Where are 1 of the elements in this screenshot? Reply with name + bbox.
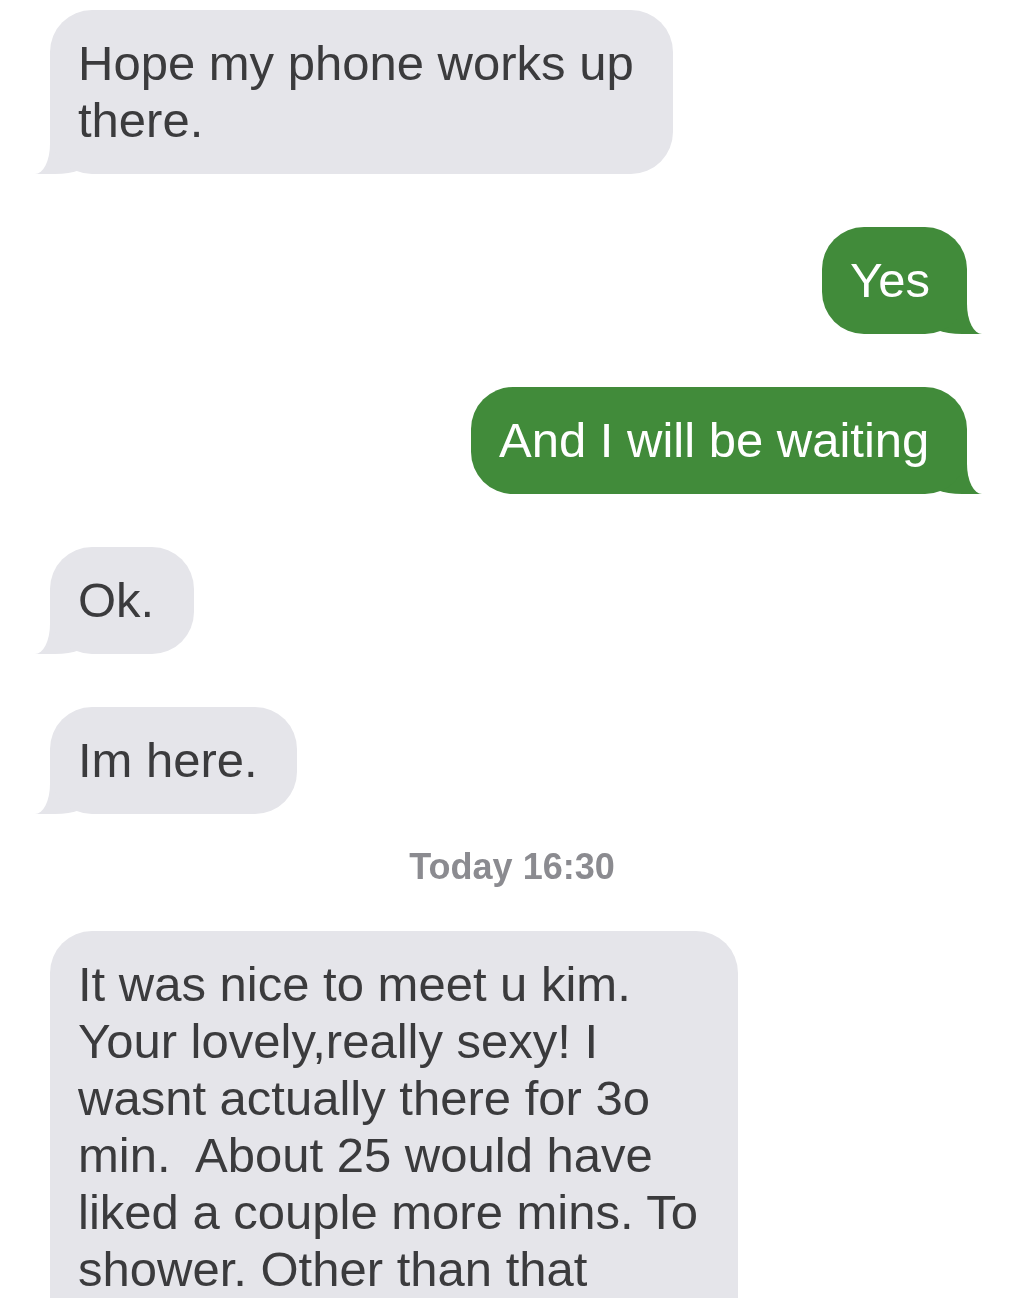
- timestamp: Today 16:30: [409, 845, 615, 889]
